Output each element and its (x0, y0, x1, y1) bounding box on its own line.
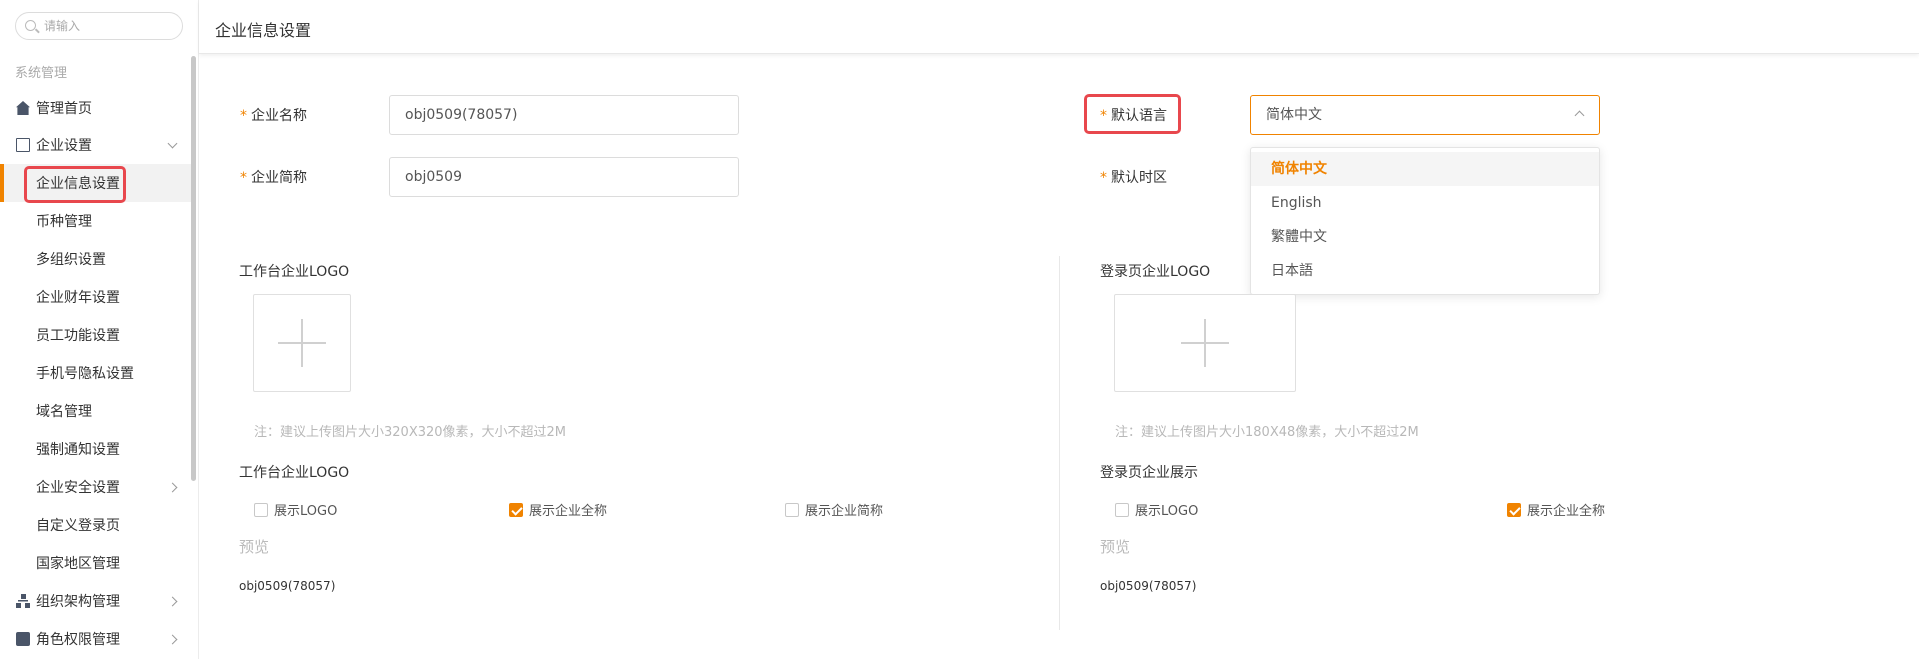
company-name-input[interactable]: obj0509(78057) (389, 95, 739, 135)
checkbox-icon (785, 502, 799, 517)
workbench-preview-value: obj0509(78057) (239, 579, 336, 593)
chevron-up-icon (1574, 110, 1585, 121)
company-name-label: * 企业名称 (240, 105, 307, 125)
language-option[interactable]: English (1251, 186, 1599, 220)
sidebar: 系统管理 管理首页 企业设置 企业信息设置 币种管理 多组织设置 企业财年设置 … (0, 0, 199, 659)
highlight-box (24, 166, 126, 203)
sidebar-item-security[interactable]: 企业安全设置 (0, 468, 192, 506)
sidebar-item-fiscal-year[interactable]: 企业财年设置 (0, 278, 192, 316)
checkbox-label: 展示企业全称 (1527, 504, 1606, 519)
search-input[interactable] (44, 17, 174, 35)
sidebar-item-home[interactable]: 管理首页 (0, 89, 192, 127)
sidebar-item-label: 员工功能设置 (36, 328, 120, 344)
sidebar-item-forced-notice[interactable]: 强制通知设置 (0, 430, 192, 468)
workbench-show-shortname-checkbox[interactable]: 展示企业简称 (785, 500, 883, 519)
company-short-label: * 企业简称 (240, 167, 307, 187)
checkbox-label: 展示LOGO (274, 504, 338, 519)
sidebar-scrollbar[interactable] (191, 56, 196, 481)
sidebar-item-label: 自定义登录页 (36, 518, 120, 534)
language-dropdown: 简体中文 English 繁體中文 日本語 (1250, 147, 1600, 295)
section-label: 系统管理 (15, 66, 68, 81)
login-logo-upload[interactable] (1114, 294, 1296, 392)
sidebar-item-label: 手机号隐私设置 (36, 366, 134, 382)
page-header: 企业信息设置 (199, 0, 1919, 54)
sidebar-item-label: 币种管理 (36, 214, 92, 230)
language-option[interactable]: 简体中文 (1251, 152, 1599, 186)
workbench-logo-title: 工作台企业LOGO (239, 264, 350, 280)
default-timezone-label: * 默认时区 (1100, 167, 1167, 187)
default-language-select[interactable]: 简体中文 (1250, 95, 1600, 135)
sidebar-item-label: 域名管理 (36, 404, 92, 420)
workbench-upload-note: 注：建议上传图片大小320X320像素，大小不超过2M (254, 425, 567, 440)
sidebar-item-label: 企业财年设置 (36, 290, 120, 306)
sidebar-item-org-structure[interactable]: 组织架构管理 (0, 582, 192, 620)
sidebar-item-phone-privacy[interactable]: 手机号隐私设置 (0, 354, 192, 392)
chevron-right-icon (167, 482, 178, 492)
search-box[interactable] (15, 12, 183, 40)
company-short-input[interactable]: obj0509 (389, 157, 739, 197)
label-text: 默认时区 (1111, 170, 1167, 186)
checkbox-label: 展示企业简称 (805, 504, 884, 519)
sidebar-item-domain[interactable]: 域名管理 (0, 392, 192, 430)
sidebar-item-label: 角色权限管理 (36, 632, 120, 648)
required-mark: * (240, 170, 247, 186)
label-text: 企业简称 (251, 170, 307, 186)
search-icon (25, 20, 36, 31)
section-divider (1059, 256, 1060, 630)
sidebar-item-multi-org[interactable]: 多组织设置 (0, 240, 192, 278)
workbench-display-title: 工作台企业LOGO (239, 465, 350, 481)
sidebar-item-currency[interactable]: 币种管理 (0, 202, 192, 240)
language-option[interactable]: 日本語 (1251, 254, 1599, 288)
workbench-show-fullname-checkbox[interactable]: 展示企业全称 (509, 500, 607, 519)
workbench-show-logo-checkbox[interactable]: 展示LOGO (254, 500, 337, 519)
chevron-right-icon (167, 596, 178, 606)
sidebar-item-label: 企业设置 (36, 138, 92, 154)
workbench-logo-upload[interactable] (253, 294, 351, 392)
checkbox-label: 展示企业全称 (529, 504, 608, 519)
sidebar-item-label: 管理首页 (36, 101, 92, 117)
org-chart-icon (16, 594, 30, 608)
plus-icon-vertical (1204, 319, 1206, 367)
select-value: 简体中文 (1266, 107, 1322, 123)
plus-icon-vertical (301, 319, 303, 367)
login-show-logo-checkbox[interactable]: 展示LOGO (1115, 500, 1198, 519)
sidebar-item-label: 组织架构管理 (36, 594, 120, 610)
chevron-down-icon (167, 138, 178, 148)
checkbox-icon (1115, 502, 1129, 517)
id-card-icon (16, 632, 30, 646)
login-preview-value: obj0509(78057) (1100, 579, 1197, 593)
checkbox-checked-icon (1507, 502, 1521, 517)
login-show-fullname-checkbox[interactable]: 展示企业全称 (1507, 500, 1605, 519)
sidebar-item-label: 强制通知设置 (36, 442, 120, 458)
checkbox-label: 展示LOGO (1135, 504, 1199, 519)
login-upload-note: 注：建议上传图片大小180X48像素，大小不超过2M (1115, 425, 1419, 440)
highlight-box (1084, 94, 1181, 134)
label-text: 企业名称 (251, 108, 307, 124)
checkbox-icon (254, 502, 268, 517)
chevron-right-icon (167, 634, 178, 644)
sidebar-item-label: 企业安全设置 (36, 480, 120, 496)
sidebar-item-country-region[interactable]: 国家地区管理 (0, 544, 192, 582)
language-option[interactable]: 繁體中文 (1251, 220, 1599, 254)
page-title: 企业信息设置 (215, 21, 312, 40)
sidebar-item-role-permission[interactable]: 角色权限管理 (0, 620, 192, 658)
sidebar-item-label: 国家地区管理 (36, 556, 120, 572)
required-mark: * (240, 108, 247, 124)
login-display-title: 登录页企业展示 (1100, 465, 1198, 481)
checkbox-checked-icon (509, 502, 523, 517)
sidebar-item-employee-features[interactable]: 员工功能设置 (0, 316, 192, 354)
sidebar-item-custom-login[interactable]: 自定义登录页 (0, 506, 192, 544)
sidebar-item-label: 多组织设置 (36, 252, 106, 268)
login-preview-label: 预览 (1100, 538, 1131, 556)
login-logo-title: 登录页企业LOGO (1100, 264, 1211, 280)
sidebar-item-enterprise-settings[interactable]: 企业设置 (0, 126, 192, 164)
workbench-preview-label: 预览 (239, 538, 270, 556)
required-mark: * (1100, 170, 1107, 186)
building-icon (16, 138, 30, 152)
home-icon (16, 101, 30, 115)
